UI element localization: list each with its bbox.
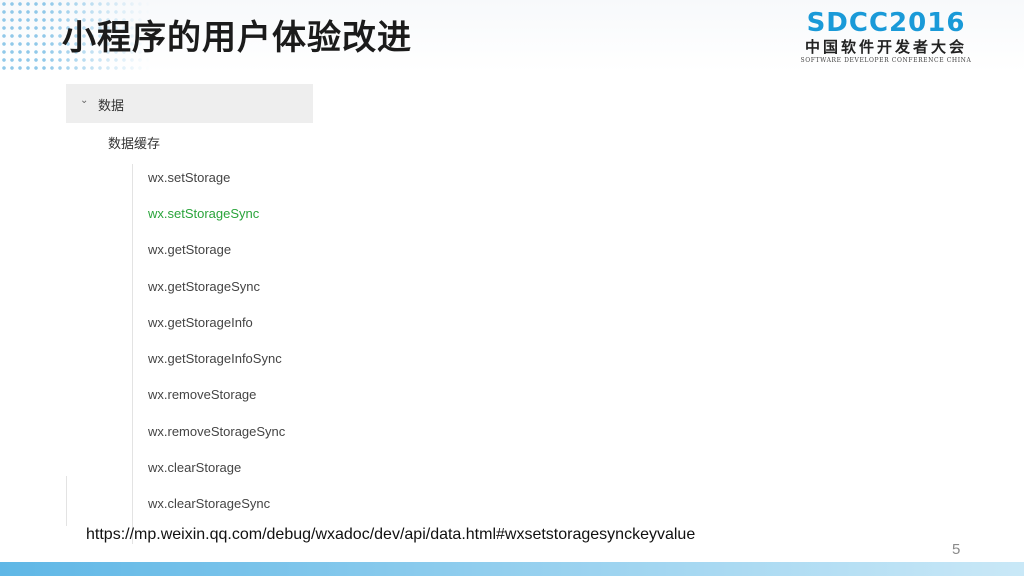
page-number: 5 [952, 541, 961, 558]
tree-edge-line [66, 476, 67, 526]
footer-bar [0, 562, 1024, 576]
tree-item-removestorage[interactable]: wx.removeStorage [148, 387, 256, 403]
tree-group-data[interactable]: ⌄ 数据 [66, 84, 313, 123]
tree-item-setstorage[interactable]: wx.setStorage [148, 170, 230, 186]
tree-item-getstorage[interactable]: wx.getStorage [148, 242, 231, 258]
tree-item-clearstorage[interactable]: wx.clearStorage [148, 460, 241, 476]
chevron-down-icon: ⌄ [80, 95, 89, 106]
tree-item-getstorageinfo[interactable]: wx.getStorageInfo [148, 315, 253, 331]
tree-guide-line [132, 164, 133, 544]
doc-url-text: https://mp.weixin.qq.com/debug/wxadoc/de… [86, 526, 696, 543]
tree-item-setstoragesync[interactable]: wx.setStorageSync [148, 206, 259, 222]
logo-main-text: SDCC2016 [806, 8, 966, 38]
slide-header: 小程序的用户体验改进 SDCC2016 中国软件开发者大会 SOFTWARE D… [0, 0, 1024, 72]
logo-cn-text: 中国软件开发者大会 [804, 38, 967, 56]
sdcc-logo: SDCC2016 中国软件开发者大会 SOFTWARE DEVELOPER CO… [786, 8, 986, 65]
slide-title: 小程序的用户体验改进 [62, 18, 412, 58]
tree-item-getstoragesync[interactable]: wx.getStorageSync [148, 279, 260, 295]
tree-item-clearstoragesync[interactable]: wx.clearStorageSync [148, 496, 270, 512]
tree-item-getstorageinfosync[interactable]: wx.getStorageInfoSync [148, 351, 282, 367]
tree-group-label: 数据 [98, 98, 125, 113]
tree-subgroup-data-cache[interactable]: 数据缓存 [108, 133, 160, 152]
logo-en-text: SOFTWARE DEVELOPER CONFERENCE CHINA [800, 57, 972, 64]
tree-item-removestoragesync[interactable]: wx.removeStorageSync [148, 424, 285, 440]
